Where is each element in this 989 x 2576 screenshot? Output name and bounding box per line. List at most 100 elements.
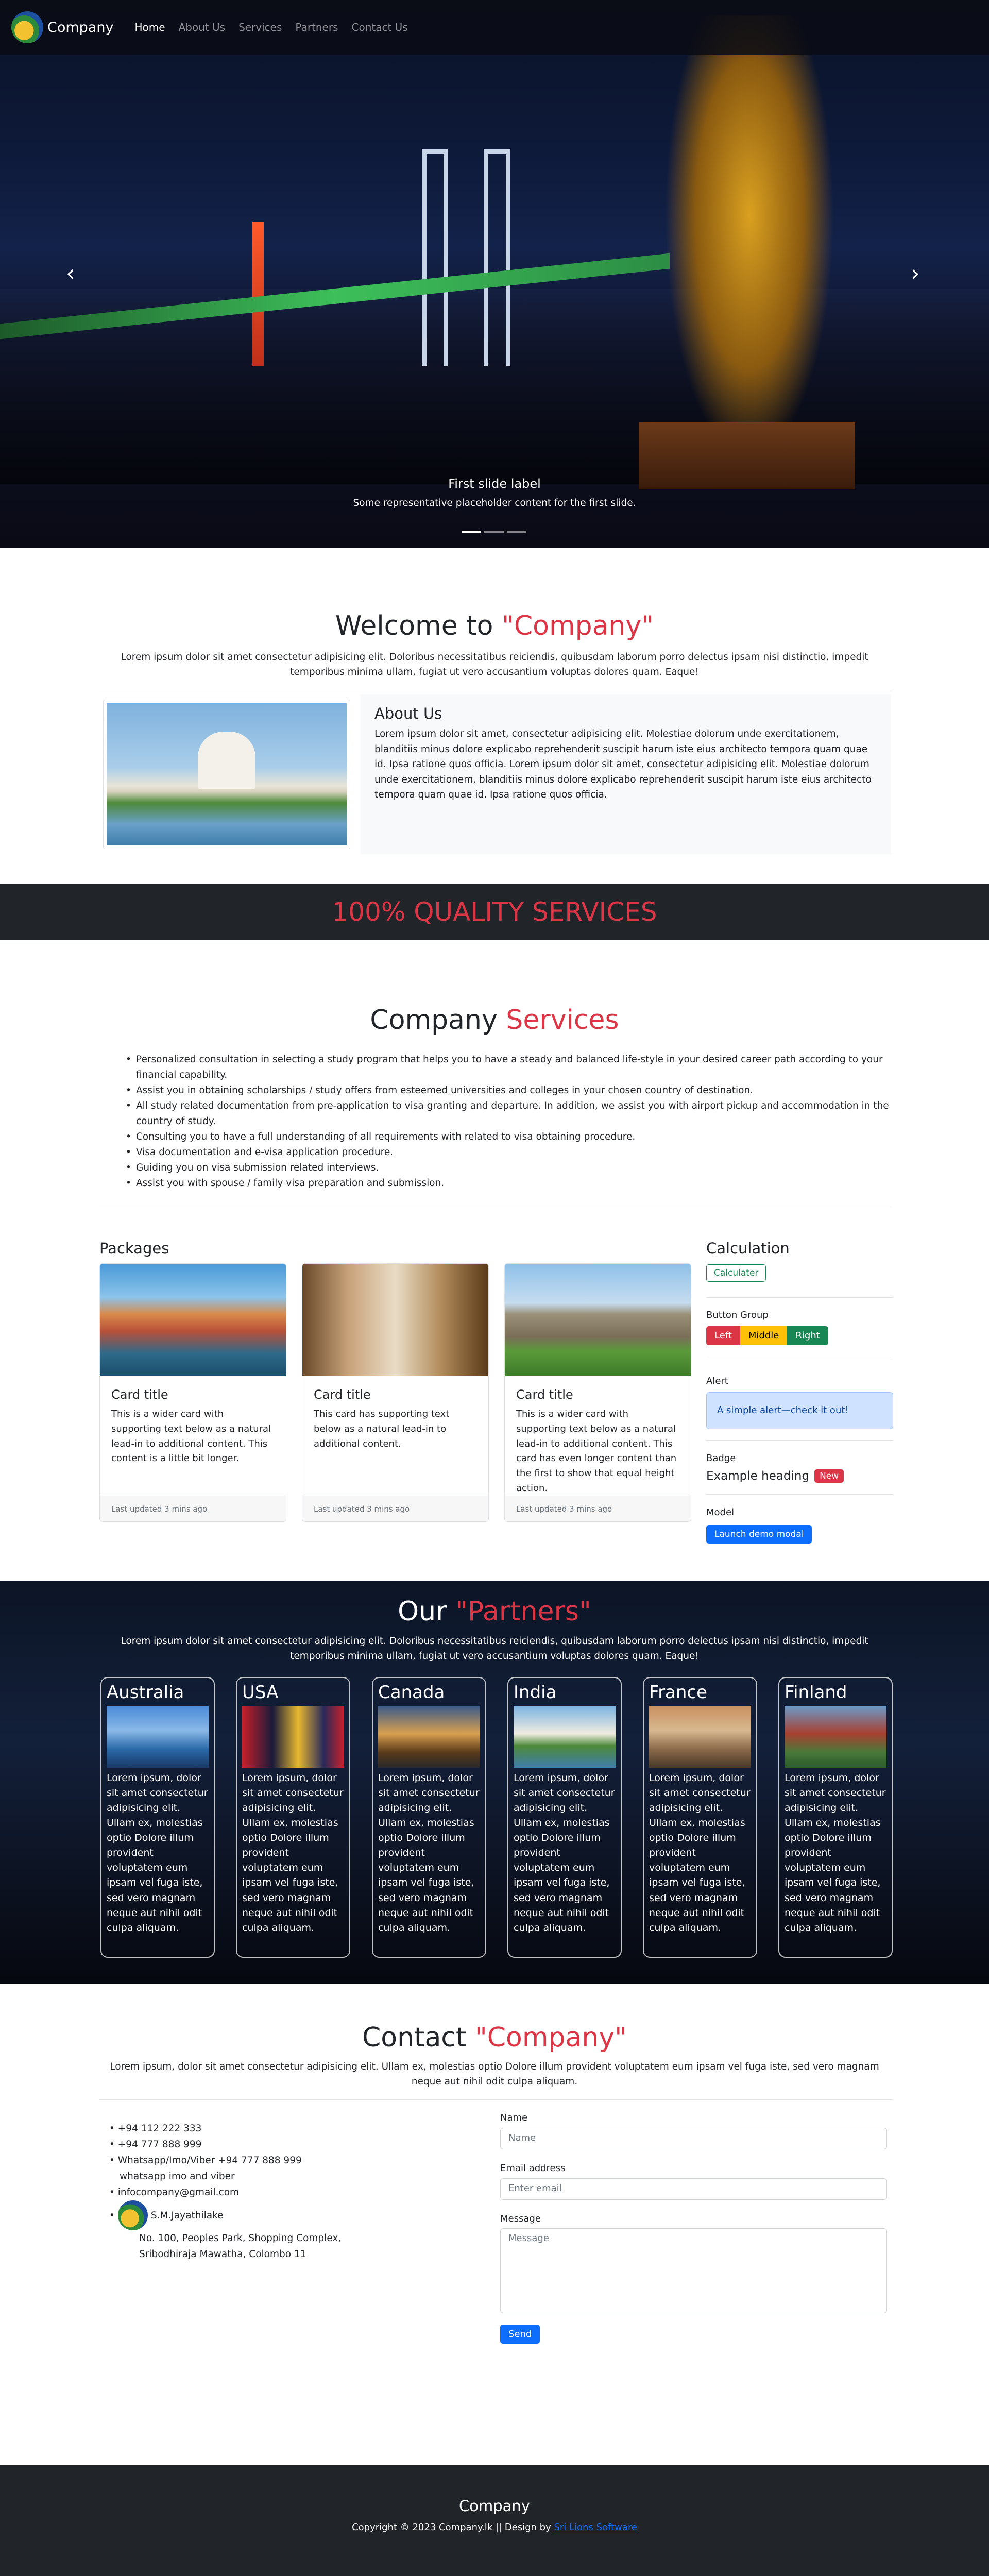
divider	[706, 1494, 893, 1495]
hero-bridge-tower	[422, 149, 448, 366]
message-field[interactable]: Message	[500, 2228, 887, 2313]
partner-image	[107, 1706, 209, 1768]
partner-card[interactable]: India Lorem ipsum, dolor sit amet consec…	[507, 1677, 622, 1958]
taj-mahal-photo	[107, 703, 347, 845]
new-badge: New	[814, 1469, 844, 1483]
hero-statue-image	[664, 15, 834, 459]
phone-1[interactable]: +94 112 222 333	[118, 2123, 202, 2134]
list-item: Guiding you on visa submission related i…	[124, 1160, 896, 1176]
person-logo	[117, 2200, 148, 2231]
address-line: Sribodhiraja Mawatha, Colombo 11	[139, 2249, 306, 2260]
package-card-image	[505, 1264, 691, 1376]
designer-link[interactable]: Sri Lions Software	[554, 2522, 637, 2533]
copyright-text: Copyright © 2023 Company.lk || Design by	[352, 2522, 554, 2533]
list-item: Visa documentation and e-visa applicatio…	[124, 1145, 896, 1160]
chevron-right-icon[interactable]: ›	[911, 260, 920, 286]
partner-card[interactable]: Finland Lorem ipsum, dolor sit amet cons…	[778, 1677, 893, 1958]
footer-copyright: Copyright © 2023 Company.lk || Design by…	[0, 2522, 989, 2533]
whatsapp-line[interactable]: Whatsapp/Imo/Viber +94 777 888 999	[118, 2155, 302, 2166]
services-title: Company Services	[0, 1005, 989, 1036]
contact-email[interactable]: infocompany@gmail.com	[118, 2187, 239, 2198]
partner-country: Finland	[785, 1682, 847, 1703]
contact-title: Contact "Company"	[0, 2022, 989, 2053]
carousel-caption-text: Some representative placeholder content …	[353, 498, 636, 509]
package-card-image	[100, 1264, 286, 1376]
packages-title: Packages	[99, 1240, 169, 1257]
taj-mahal-image	[103, 700, 350, 849]
contact-info: • +94 112 222 333 • +94 777 888 999 • Wh…	[109, 2121, 341, 2263]
logo[interactable]	[11, 11, 43, 43]
partner-card[interactable]: Canada Lorem ipsum, dolor sit amet conse…	[372, 1677, 486, 1958]
contact-title-prefix: Contact	[362, 2022, 475, 2053]
partners-title: Our "Partners"	[0, 1596, 989, 1627]
partner-text: Lorem ipsum, dolor sit amet consectetur …	[242, 1772, 344, 1934]
partner-country: France	[649, 1682, 708, 1703]
button-group: Left Middle Right	[706, 1326, 828, 1345]
package-card[interactable]: Card title This card has supporting text…	[302, 1263, 489, 1522]
about-text: Lorem ipsum dolor sit amet, consectetur …	[374, 728, 872, 801]
left-button[interactable]: Left	[706, 1326, 740, 1345]
nav-link-contact[interactable]: Contact Us	[345, 21, 415, 33]
calculater-button[interactable]: Calculater	[706, 1264, 766, 1282]
carousel-indicator[interactable]	[507, 531, 526, 533]
carousel-indicators	[462, 531, 526, 533]
contact-person: • S.M.Jayathilake	[109, 2200, 341, 2231]
services-list: Personalized consultation in selecting a…	[124, 1052, 896, 1191]
card-footer: Last updated 3 mins ago	[505, 1496, 691, 1521]
partner-country: Canada	[378, 1682, 445, 1703]
person-name: S.M.Jayathilake	[150, 2210, 224, 2221]
nav-link-partners[interactable]: Partners	[288, 21, 345, 33]
badge-heading: Example heading New	[706, 1469, 844, 1483]
phone-2[interactable]: +94 777 888 999	[118, 2139, 202, 2150]
hero-bridge-tower	[484, 149, 510, 366]
chevron-left-icon[interactable]: ‹	[66, 260, 75, 286]
name-field[interactable]: Name	[500, 2128, 887, 2149]
package-card[interactable]: Card title This is a wider card with sup…	[504, 1263, 691, 1522]
contact-item: • infocompany@gmail.com	[109, 2187, 240, 2198]
carousel-caption-title: First slide label	[448, 477, 541, 491]
nav-link-services[interactable]: Services	[232, 21, 288, 33]
launch-modal-button[interactable]: Launch demo modal	[706, 1525, 812, 1544]
partner-country: India	[514, 1682, 557, 1703]
email-field[interactable]: Enter email	[500, 2178, 887, 2200]
partners-title-prefix: Our	[398, 1596, 455, 1627]
partner-card[interactable]: USA Lorem ipsum, dolor sit amet consecte…	[236, 1677, 350, 1958]
partner-image	[242, 1706, 344, 1768]
address-line: No. 100, Peoples Park, Shopping Complex,	[139, 2233, 342, 2244]
partner-image	[514, 1706, 616, 1768]
partner-text: Lorem ipsum, dolor sit amet consectetur …	[378, 1772, 480, 1934]
card-text: This card has supporting text below as a…	[314, 1409, 450, 1449]
send-button[interactable]: Send	[500, 2325, 540, 2344]
partners-lead: Lorem ipsum dolor sit amet consectetur a…	[121, 1636, 868, 1662]
nav-links: Home About Us Services Partners Contact …	[128, 21, 414, 33]
partner-image	[785, 1706, 886, 1768]
services-title-prefix: Company	[370, 1005, 506, 1036]
footer: Company Copyright © 2023 Company.lk || D…	[0, 2465, 989, 2576]
card-footer: Last updated 3 mins ago	[100, 1496, 286, 1521]
nav-link-about[interactable]: About Us	[172, 21, 232, 33]
partner-text: Lorem ipsum, dolor sit amet consectetur …	[649, 1772, 751, 1934]
contact-item: • +94 777 888 999	[109, 2139, 202, 2150]
right-button[interactable]: Right	[787, 1326, 828, 1345]
middle-button[interactable]: Middle	[740, 1326, 788, 1345]
partner-country: Australia	[107, 1682, 184, 1703]
package-card[interactable]: Card title This is a wider card with sup…	[99, 1263, 286, 1522]
hero-carousel: ‹ › First slide label Some representativ…	[0, 0, 989, 548]
whatsapp-note: whatsapp imo and viber	[120, 2171, 235, 2182]
carousel-indicator[interactable]	[484, 531, 504, 533]
card-text: This is a wider card with supporting tex…	[111, 1409, 271, 1464]
email-label: Email address	[500, 2163, 566, 2174]
nav-link-home[interactable]: Home	[128, 21, 172, 33]
calc-title: Calculation	[706, 1240, 790, 1257]
button-group-label: Button Group	[706, 1310, 769, 1320]
contact-title-highlight: "Company"	[474, 2022, 627, 2053]
footer-brand: Company	[459, 2497, 530, 2515]
name-label: Name	[500, 2112, 528, 2123]
list-item: Assist you in obtaining scholarships / s…	[124, 1083, 896, 1098]
partner-text: Lorem ipsum, dolor sit amet consectetur …	[785, 1772, 886, 1934]
list-item: Personalized consultation in selecting a…	[124, 1052, 896, 1083]
partner-card[interactable]: France Lorem ipsum, dolor sit amet conse…	[643, 1677, 757, 1958]
partner-card[interactable]: Australia Lorem ipsum, dolor sit amet co…	[100, 1677, 215, 1958]
carousel-indicator[interactable]	[462, 531, 481, 533]
navbar-brand[interactable]: Company	[47, 20, 113, 36]
